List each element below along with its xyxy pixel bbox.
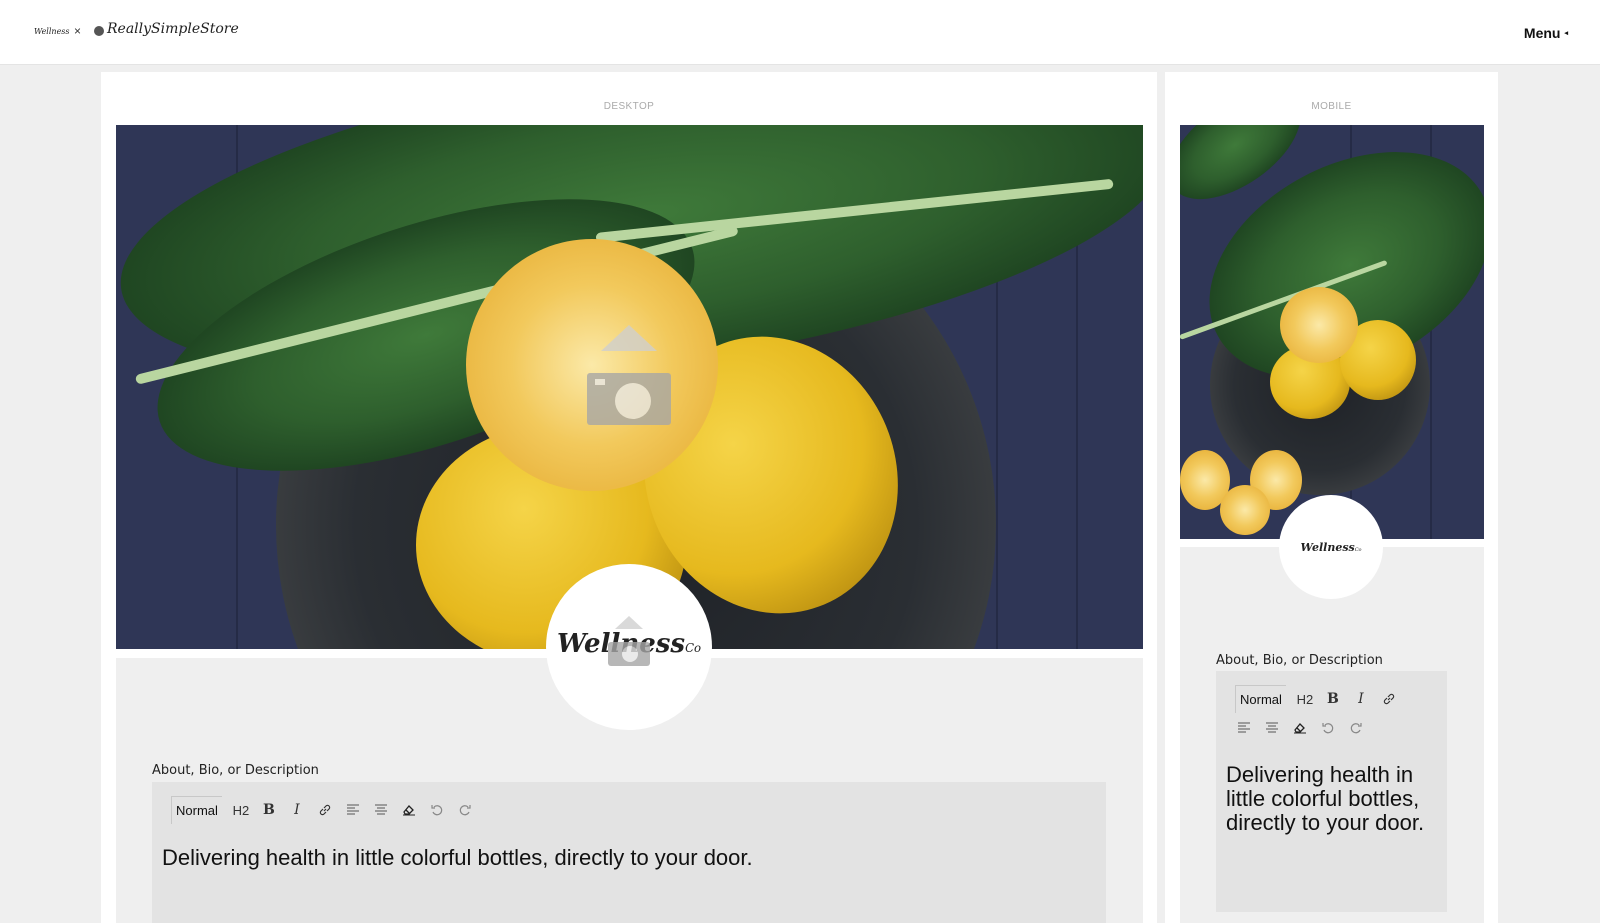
- bold-button[interactable]: B: [260, 799, 278, 821]
- brand-separator: ×: [74, 24, 82, 38]
- mobile-description-text[interactable]: Delivering health in little colorful bot…: [1226, 763, 1441, 835]
- camera-body-icon: [587, 373, 671, 425]
- redo-icon[interactable]: [456, 799, 474, 821]
- mobile-profile-logo-co: Co: [1354, 546, 1362, 553]
- mobile-label: MOBILE: [1311, 101, 1352, 112]
- eraser-icon[interactable]: [400, 799, 418, 821]
- link-icon[interactable]: [316, 799, 334, 821]
- profile-logo-co: Co: [685, 641, 702, 655]
- upload-arrow-icon: [615, 616, 643, 629]
- desktop-description-text[interactable]: Delivering health in little colorful bot…: [162, 845, 753, 871]
- desktop-field-label: About, Bio, or Description: [152, 763, 319, 778]
- bold-button[interactable]: B: [1324, 688, 1342, 710]
- align-left-icon[interactable]: [1235, 717, 1253, 739]
- camera-flash-icon: [595, 379, 605, 385]
- camera-body-icon: [608, 642, 650, 666]
- align-center-icon[interactable]: [372, 799, 390, 821]
- undo-icon[interactable]: [1319, 717, 1337, 739]
- mobile-profile-logo: WellnessCo: [1300, 540, 1362, 554]
- mobile-cover-image[interactable]: [1180, 125, 1484, 539]
- format-select[interactable]: Normal: [171, 796, 222, 824]
- align-left-icon[interactable]: [344, 799, 362, 821]
- top-bar: Wellness × ReallySimpleStore Menu ◂: [0, 0, 1600, 65]
- mobile-editor-toolbar-row1: Normal H2 B I: [1235, 685, 1398, 713]
- heading-button[interactable]: H2: [1296, 688, 1314, 710]
- lemon-slice: [1220, 485, 1270, 535]
- mobile-field-label: About, Bio, or Description: [1216, 653, 1383, 668]
- desktop-rich-text-editor[interactable]: Normal H2 B I Delivering health in littl…: [152, 782, 1106, 923]
- rss-logo-icon: [94, 26, 104, 36]
- mobile-profile-avatar[interactable]: WellnessCo: [1279, 495, 1383, 599]
- wellness-logo: Wellness: [34, 27, 70, 36]
- eraser-icon[interactable]: [1291, 717, 1309, 739]
- mobile-rich-text-editor[interactable]: Normal H2 B I Delivering health in littl…: [1216, 671, 1447, 912]
- align-center-icon[interactable]: [1263, 717, 1281, 739]
- undo-icon[interactable]: [428, 799, 446, 821]
- italic-button[interactable]: I: [1352, 688, 1370, 710]
- upload-cover-camera-icon[interactable]: [587, 325, 671, 425]
- menu-button[interactable]: Menu ◂: [1524, 25, 1568, 41]
- heading-button[interactable]: H2: [232, 799, 250, 821]
- link-icon[interactable]: [1380, 688, 1398, 710]
- italic-button[interactable]: I: [288, 799, 306, 821]
- editor-toolbar: Normal H2 B I: [171, 796, 474, 824]
- reallysimplestore-logo: ReallySimpleStore: [107, 21, 239, 37]
- redo-icon[interactable]: [1347, 717, 1365, 739]
- desktop-label: DESKTOP: [603, 101, 655, 112]
- caret-icon: ◂: [1564, 30, 1568, 37]
- lemon-half: [1280, 287, 1358, 363]
- camera-lens-icon: [615, 383, 651, 419]
- format-select[interactable]: Normal: [1235, 685, 1286, 713]
- menu-label: Menu: [1523, 25, 1561, 41]
- profile-avatar[interactable]: WellnessCo: [546, 564, 712, 730]
- camera-lens-icon: [622, 646, 638, 662]
- upload-avatar-camera-icon[interactable]: [608, 616, 650, 666]
- mobile-editor-toolbar-row2: [1235, 717, 1365, 739]
- upload-arrow-icon: [601, 325, 657, 351]
